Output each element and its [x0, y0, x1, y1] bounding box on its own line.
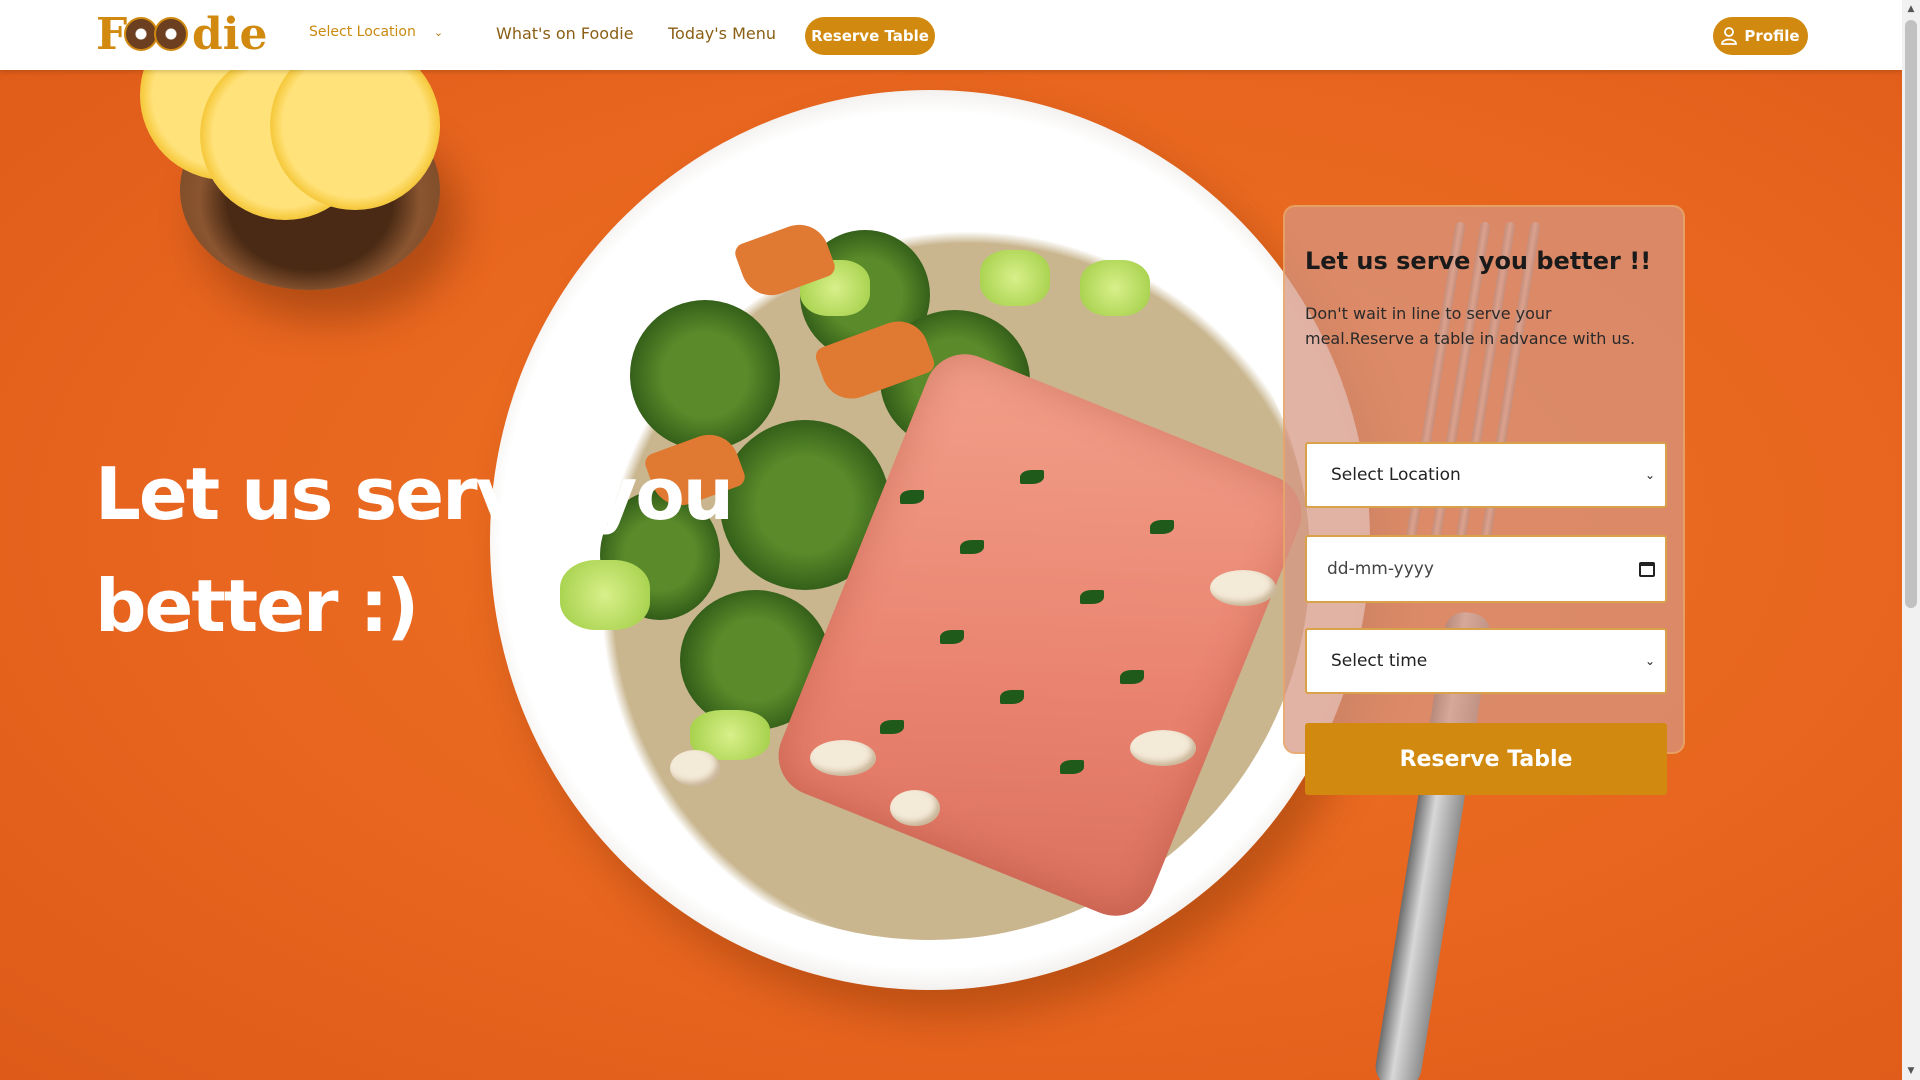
reserve-card: Let us serve you better !! Don't wait in…	[1283, 205, 1685, 795]
logo-letters-die: die	[192, 9, 268, 60]
celery-image	[1080, 260, 1150, 316]
foodie-logo[interactable]: F die	[96, 9, 267, 60]
almond-image	[1210, 570, 1276, 606]
time-select-value: Select time	[1331, 651, 1428, 671]
herb-image	[1000, 690, 1024, 704]
herb-image	[1020, 470, 1044, 484]
reserve-table-submit-button[interactable]: Reserve Table	[1305, 723, 1667, 795]
hero-section: Let us serve you better :) Let us serve …	[0, 70, 1902, 1080]
scrollbar-thumb[interactable]	[1905, 20, 1917, 608]
profile-button[interactable]: Profile	[1713, 17, 1808, 55]
nav-link-todays-menu[interactable]: Today's Menu	[668, 24, 776, 43]
card-description: Don't wait in line to serve your meal.Re…	[1305, 304, 1636, 348]
almond-image	[1130, 730, 1196, 766]
page-scrollbar[interactable]: ▲ ▼	[1902, 0, 1920, 1080]
herb-image	[900, 490, 924, 504]
broccoli-image	[630, 300, 780, 450]
nav-link-whats-on-foodie[interactable]: What's on Foodie	[496, 24, 634, 43]
scroll-up-arrow-icon[interactable]: ▲	[1902, 0, 1920, 18]
herb-image	[940, 630, 964, 644]
herb-image	[960, 540, 984, 554]
chevron-down-icon: ⌄	[433, 25, 444, 39]
calendar-icon[interactable]	[1639, 561, 1655, 577]
card-title: Let us serve you better !!	[1305, 247, 1652, 275]
scroll-down-arrow-icon[interactable]: ▼	[1902, 1062, 1920, 1080]
location-select-value: Select Location	[1331, 465, 1461, 485]
herb-image	[1150, 520, 1174, 534]
herb-image	[880, 720, 904, 734]
chevron-down-icon: ⌄	[1644, 468, 1655, 482]
herb-image	[1120, 670, 1144, 684]
almond-image	[670, 750, 720, 786]
celery-image	[980, 250, 1050, 306]
nav-location-select[interactable]: Select Location ⌄	[309, 24, 443, 40]
hero-headline: Let us serve you better :)	[95, 452, 734, 648]
chevron-down-icon: ⌄	[1644, 654, 1655, 668]
almond-image	[810, 740, 876, 776]
herb-image	[1060, 760, 1084, 774]
nav-location-label: Select Location	[309, 24, 416, 40]
profile-label: Profile	[1744, 27, 1800, 45]
user-icon	[1721, 27, 1738, 45]
top-navbar: F die Select Location ⌄ What's on Foodie…	[0, 0, 1902, 70]
donut-icon	[124, 17, 158, 51]
date-input-placeholder: dd-mm-yyyy	[1327, 559, 1434, 579]
almond-image	[890, 790, 940, 826]
nav-reserve-table-button[interactable]: Reserve Table	[805, 17, 935, 55]
time-select[interactable]: Select time ⌄	[1305, 628, 1667, 694]
date-input[interactable]: dd-mm-yyyy	[1305, 535, 1667, 603]
donut-icon	[154, 17, 188, 51]
herb-image	[1080, 590, 1104, 604]
logo-letter-f: F	[96, 9, 127, 60]
location-select[interactable]: Select Location ⌄	[1305, 442, 1667, 508]
